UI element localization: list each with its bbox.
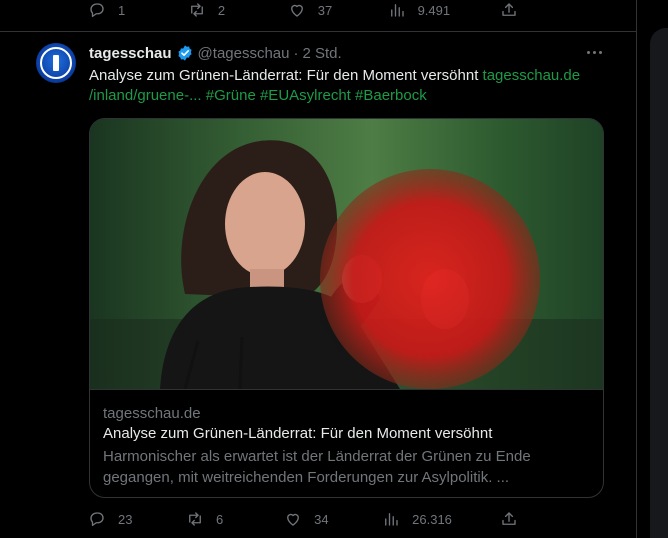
hashtag-euasylrecht[interactable]: #EUAsylrecht [260, 87, 351, 104]
header-separator: · [293, 44, 299, 62]
share-button[interactable] [500, 510, 518, 528]
tweet-text: Analyse zum Grünen-Länderrat: Für den Mo… [89, 66, 604, 106]
avatar[interactable] [36, 43, 76, 83]
card-meta: tagesschau.de Analyse zum Grünen-Länderr… [90, 389, 603, 497]
views-button[interactable]: 26.316 [382, 510, 452, 528]
like-button[interactable]: 34 [284, 510, 334, 528]
views-count: 26.316 [412, 511, 452, 527]
reply-button[interactable]: 23 [88, 510, 138, 528]
hashtag-baerbock[interactable]: #Baerbock [355, 87, 427, 104]
card-title: Analyse zum Grünen-Länderrat: Für den Mo… [103, 425, 493, 442]
views-icon [385, 513, 398, 526]
reply-button[interactable]: 1 [88, 1, 138, 19]
repost-button[interactable]: 6 [186, 510, 236, 528]
card-photo [90, 119, 603, 389]
link-preview-card[interactable]: tagesschau.de Analyse zum Grünen-Länderr… [89, 118, 604, 498]
author-name[interactable]: tagesschau [89, 45, 172, 62]
card-description: Harmonischer als erwartet ist der Länder… [103, 448, 531, 486]
tagesschau-logo-icon [40, 47, 72, 79]
like-count: 34 [314, 511, 329, 527]
more-options-button[interactable] [584, 44, 604, 60]
previous-tweet-actions: 1 2 37 9.491 [88, 0, 518, 20]
share-icon [502, 3, 516, 16]
like-count: 37 [317, 2, 333, 18]
tweet-header: tagesschau @tagesschau · 2 Std. [89, 43, 342, 63]
more-icon [586, 50, 602, 54]
card-domain: tagesschau.de [103, 405, 201, 422]
verified-icon [177, 45, 192, 61]
views-count: 9.491 [417, 2, 451, 18]
like-icon [287, 513, 300, 526]
repost-button[interactable]: 2 [188, 1, 238, 19]
reply-icon [90, 512, 104, 527]
reply-count: 1 [118, 2, 126, 18]
repost-icon [190, 3, 203, 17]
tweet-link-path[interactable]: /inland/gruene-... [89, 87, 202, 104]
repost-count: 2 [217, 2, 226, 18]
author-handle[interactable]: @tagesschau [198, 45, 290, 62]
timeline-column: 1 2 37 9.491 tagesschau @tagesschau · 2 … [0, 0, 637, 538]
reply-count: 23 [118, 511, 133, 527]
tweet-link-domain[interactable]: tagesschau.de [483, 67, 581, 84]
tweet-text-main: Analyse zum Grünen-Länderrat: Für den Mo… [89, 67, 483, 84]
sidebar-panel [650, 28, 668, 538]
repost-count: 6 [216, 511, 224, 527]
share-icon [502, 512, 516, 525]
tweet-actions: 23 6 34 26.316 [88, 509, 518, 529]
views-icon [390, 4, 404, 17]
like-icon [290, 4, 303, 17]
hashtag-gruene[interactable]: #Grüne [206, 87, 256, 104]
share-button[interactable] [500, 1, 518, 19]
views-button[interactable]: 9.491 [388, 1, 451, 19]
card-image [90, 119, 603, 389]
tweet-divider [0, 31, 636, 32]
reply-icon [90, 3, 104, 18]
tweet-time[interactable]: 2 Std. [303, 45, 342, 62]
like-button[interactable]: 37 [288, 1, 338, 19]
repost-icon [189, 512, 201, 526]
